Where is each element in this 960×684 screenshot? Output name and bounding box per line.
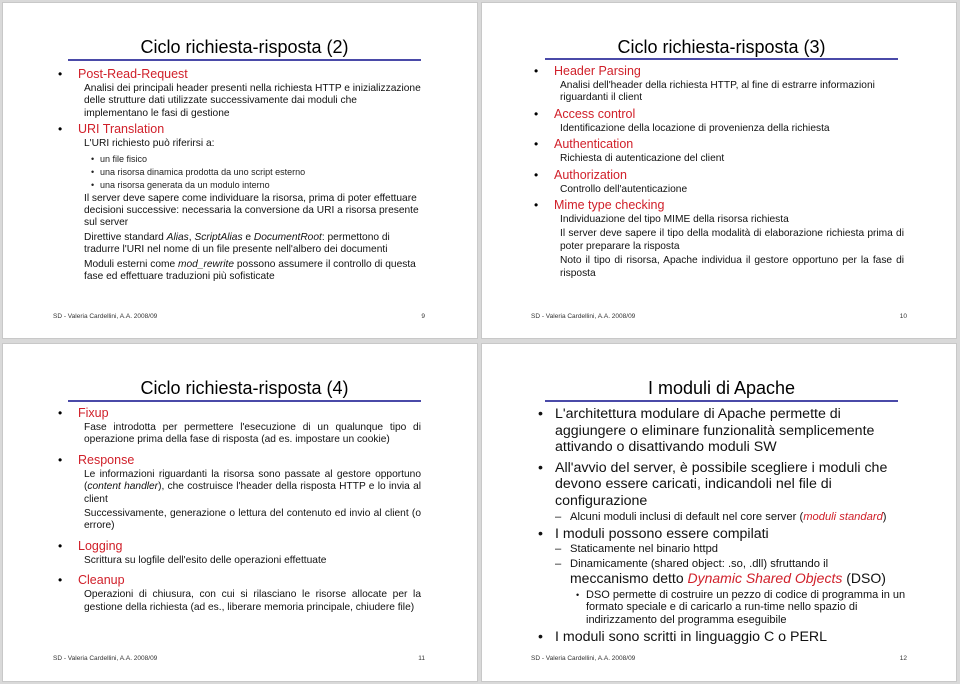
sub-bullet: Dinamicamente (shared object: .so, .dll)… <box>534 558 912 587</box>
bullet-heading: Access control <box>531 107 904 122</box>
italic-term: Dynamic Shared Objects <box>687 570 843 587</box>
italic-term: ScriptAlias <box>194 231 243 243</box>
bullet-heading: Mime type checking <box>531 198 904 213</box>
slide-content: Header Parsing Analisi dell'header della… <box>531 64 904 282</box>
bullet-heading: Authentication <box>531 137 904 152</box>
bullet-text: Operazioni di chiusura, con cui si rilas… <box>84 589 421 613</box>
bullet-heading: Fixup <box>55 406 421 421</box>
slide-title: I moduli di Apache <box>647 378 796 398</box>
slide-title: Ciclo richiesta-risposta (3) <box>617 37 826 57</box>
bullet-text: Direttive standard Alias, ScriptAlias e … <box>55 232 421 257</box>
sub-bullet: una risorsa dinamica prodotta da uno scr… <box>55 166 421 179</box>
text-run: Alcuni moduli inclusi di default nel cor… <box>570 510 804 523</box>
footer-author: SD - Valeria Cardellini, A.A. 2008/09 <box>53 313 158 320</box>
bullet-text: L'URI richiesto può riferirsi a: <box>84 138 215 150</box>
bullet-heading: URI Translation <box>55 122 421 137</box>
italic-term: Alias <box>166 231 189 243</box>
bullet-heading: Logging <box>55 539 421 554</box>
title-underline <box>68 59 421 61</box>
text-run: ) <box>882 510 887 523</box>
slide-12: I moduli di Apache L'architettura modula… <box>481 343 957 682</box>
bullet-heading: Cleanup <box>55 573 421 588</box>
slide-footer: SD - Valeria Cardellini, A.A. 2008/09 12 <box>531 655 907 662</box>
bullet-heading: Post-Read-Request <box>55 67 421 82</box>
slide-9: Ciclo richiesta-risposta (2) Post-Read-R… <box>2 2 478 339</box>
title-underline <box>68 400 421 402</box>
bullet-text: Moduli esterni come mod_rewrite possono … <box>55 259 421 284</box>
text-run: Moduli esterni come <box>84 258 178 270</box>
bullet-text: Fase introdotta per permettere l'esecuzi… <box>84 422 421 446</box>
footer-author: SD - Valeria Cardellini, A.A. 2008/09 <box>53 655 158 662</box>
bullet: All'avvio del server, è possibile scegli… <box>534 460 912 510</box>
slide-content: Fixup Fase introdotta per permettere l'e… <box>55 406 421 616</box>
slide-10: Ciclo richiesta-risposta (3) Header Pars… <box>481 2 957 339</box>
italic-term: DocumentRoot <box>253 231 322 243</box>
bullet: I moduli possono essere compilati <box>534 526 912 543</box>
footer-author: SD - Valeria Cardellini, A.A. 2008/09 <box>531 655 636 662</box>
page-number: 10 <box>899 313 907 320</box>
slide-footer: SD - Valeria Cardellini, A.A. 2008/09 10 <box>531 313 907 320</box>
bullet-text: Controllo dell'autenticazione <box>560 183 688 195</box>
text-run: e <box>242 231 254 243</box>
text-run: Dinamicamente (shared object: .so, .dll)… <box>570 558 829 571</box>
bullet: I moduli sono scritti in linguaggio C o … <box>534 629 912 646</box>
slide-title: Ciclo richiesta-risposta (2) <box>140 37 349 57</box>
bullet-text: Il server deve sapere il tipo della moda… <box>560 228 904 252</box>
bullet-heading: Response <box>55 453 421 468</box>
text-run: Direttive standard <box>84 231 167 243</box>
slide-title: Ciclo richiesta-risposta (4) <box>140 378 349 398</box>
sub-bullet: una risorsa generata da un modulo intern… <box>55 179 421 192</box>
title-underline <box>545 58 898 60</box>
sub-bullet: Staticamente nel binario httpd <box>534 543 912 556</box>
bullet-text: Individuazione del tipo MIME della risor… <box>560 214 789 226</box>
bullet-heading: Header Parsing <box>531 64 904 79</box>
slide-content: L'architettura modulare di Apache permet… <box>534 406 912 650</box>
page-number: 9 <box>421 313 425 320</box>
page-number: 12 <box>899 655 907 662</box>
italic-term: moduli standard <box>803 510 883 523</box>
bullet-heading: Authorization <box>531 168 904 183</box>
sub-sub-bullet: DSO permette di costruire un pezzo di co… <box>534 589 912 626</box>
bullet-text: Le informazioni riguardanti la risorsa s… <box>55 469 421 506</box>
bullet-text: Analisi dei principali header presenti n… <box>84 83 421 119</box>
sub-bullet: un file fisico <box>55 153 421 166</box>
bullet-text: Identificazione della locazione di prove… <box>560 122 830 134</box>
sub-bullet: Alcuni moduli inclusi di default nel cor… <box>534 511 912 524</box>
slide-11: Ciclo richiesta-risposta (4) Fixup Fase … <box>2 343 478 682</box>
text-run: meccanismo detto <box>570 570 688 587</box>
slide-grid: Ciclo richiesta-risposta (2) Post-Read-R… <box>0 0 960 684</box>
bullet-text: Successivamente, generazione o lettura d… <box>84 508 421 532</box>
bullet: L'architettura modulare di Apache permet… <box>534 406 912 456</box>
bullet-text: Analisi dell'header della richiesta HTTP… <box>560 80 875 104</box>
slide-content: Post-Read-Request Analisi dei principali… <box>55 67 421 285</box>
bullet-text: Scrittura su logfile dell'esito delle op… <box>84 554 327 566</box>
slide-footer: SD - Valeria Cardellini, A.A. 2008/09 9 <box>53 313 425 320</box>
slide-footer: SD - Valeria Cardellini, A.A. 2008/09 11 <box>53 655 425 662</box>
bullet-text: Noto il tipo di risorsa, Apache individu… <box>560 255 904 279</box>
text-run: (DSO) <box>842 570 886 587</box>
italic-term: content handler <box>87 481 159 493</box>
bullet-text: Richiesta di autenticazione del client <box>560 153 725 165</box>
footer-author: SD - Valeria Cardellini, A.A. 2008/09 <box>531 313 636 320</box>
page-number: 11 <box>418 655 425 662</box>
italic-term: mod_rewrite <box>178 258 235 270</box>
title-underline <box>545 400 898 402</box>
bullet-text: Il server deve sapere come individuare l… <box>84 192 419 229</box>
